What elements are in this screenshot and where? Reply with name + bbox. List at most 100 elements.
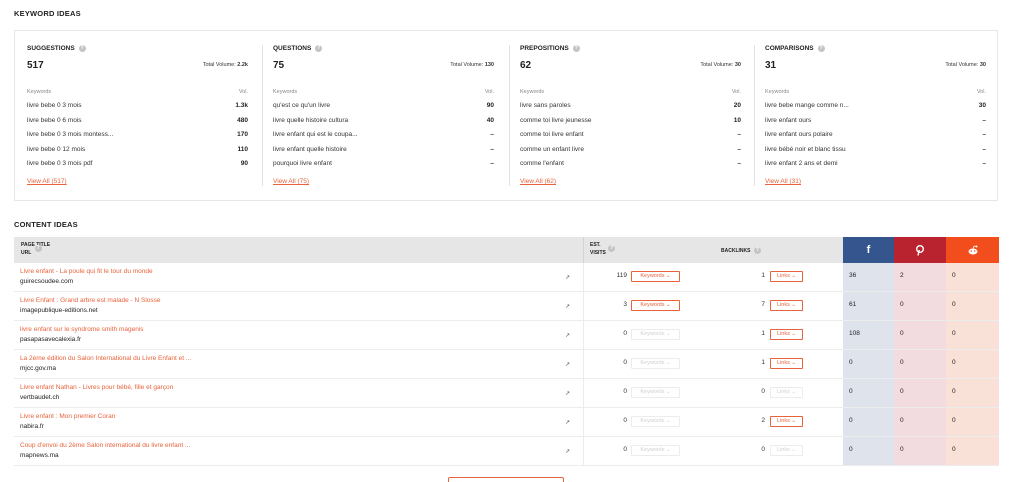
info-icon[interactable]: ? xyxy=(753,247,761,254)
keyword-text: livre bebe 0 3 mois xyxy=(27,102,82,109)
keyword-text: livre enfant quelle histoire xyxy=(273,145,347,153)
facebook-shares: 0 xyxy=(843,379,894,407)
keyword-row[interactable]: livre enfant ours polaire – xyxy=(765,131,986,141)
keywords-subheader: Keywords Vol. xyxy=(27,89,248,95)
page-title-link[interactable]: La 2ème édition du Salon International d… xyxy=(20,355,191,362)
keyword-row[interactable]: comme un enfant livre – xyxy=(520,146,741,156)
external-link-icon[interactable]: ↗ xyxy=(564,449,571,456)
facebook-shares: 0 xyxy=(843,350,894,378)
view-all-link[interactable]: View All (517) xyxy=(27,178,67,185)
links-dropdown-button[interactable]: Links ⌄ xyxy=(770,416,803,427)
keyword-text: livre bebe 0 6 mois xyxy=(27,116,82,124)
links-dropdown-button[interactable]: Links ⌄ xyxy=(770,329,803,340)
total-volume: Total Volume: 2.2k xyxy=(202,62,248,68)
reddit-shares: 0 xyxy=(946,263,999,291)
keywords-dropdown-button[interactable]: Keywords ⌄ xyxy=(631,300,680,311)
keyword-column-questions: QUESTIONS? 75 Total Volume: 130 Keywords Vol… xyxy=(262,31,494,202)
links-dropdown-button[interactable]: Links ⌄ xyxy=(770,358,803,369)
info-icon[interactable]: ? xyxy=(78,45,86,52)
keyword-row[interactable]: livre bebe 0 6 mois 480 xyxy=(27,117,248,127)
facebook-column-header[interactable]: f xyxy=(843,237,894,263)
external-link-icon[interactable]: ↗ xyxy=(564,304,571,311)
keyword-row[interactable]: livre enfant qui est le coupa... – xyxy=(273,131,494,141)
keyword-text: comme l'enfant xyxy=(520,160,564,168)
total-volume: Total Volume: 130 xyxy=(450,62,494,68)
external-link-icon[interactable]: ↗ xyxy=(564,275,571,282)
keyword-volume: – xyxy=(982,116,986,124)
keyword-row[interactable]: comme toi livre enfant – xyxy=(520,131,741,141)
info-icon[interactable]: ? xyxy=(817,45,825,52)
keyword-volume: – xyxy=(982,131,986,139)
info-icon[interactable]: ? xyxy=(572,45,580,52)
keyword-text: livre enfant qui est le coupa... xyxy=(273,131,358,139)
keyword-text: livre enfant ours polaire xyxy=(765,131,833,139)
keyword-row[interactable]: livre bebe 0 3 mois 1.3k xyxy=(27,102,248,112)
links-dropdown-button[interactable]: Links ⌄ xyxy=(770,445,803,456)
keyword-volume: 30 xyxy=(978,102,986,109)
external-link-icon[interactable]: ↗ xyxy=(564,333,571,340)
page-title-link[interactable]: Livre enfant : Mon premier Coran xyxy=(20,413,115,420)
view-all-link[interactable]: View All (31) xyxy=(765,178,801,185)
pinterest-shares: 2 xyxy=(894,263,946,291)
reddit-column-header[interactable] xyxy=(946,237,999,263)
keyword-row[interactable]: livre bebe 0 12 mois 110 xyxy=(27,146,248,156)
facebook-shares: 0 xyxy=(843,437,894,465)
links-dropdown-button[interactable]: Links ⌄ xyxy=(770,387,803,398)
keywords-dropdown-button[interactable]: Keywords ⌄ xyxy=(631,387,680,398)
keywords-dropdown-button[interactable]: Keywords ⌄ xyxy=(631,416,680,427)
est-visits-value: 119 xyxy=(616,272,627,279)
load-more-button[interactable] xyxy=(448,477,564,482)
keyword-row[interactable]: livre bébé noir et blanc tissu – xyxy=(765,146,986,156)
page-title-link[interactable]: livre enfant sur le syndrome smith magen… xyxy=(20,326,144,333)
keywords-dropdown-button[interactable]: Keywords ⌄ xyxy=(631,358,680,369)
table-row: livre enfant sur le syndrome smith magen… xyxy=(14,321,999,350)
external-link-icon[interactable]: ↗ xyxy=(564,362,571,369)
keyword-row[interactable]: livre bebe mange comme n... 30 xyxy=(765,102,986,112)
keyword-row[interactable]: comme toi livre jeunesse 10 xyxy=(520,117,741,127)
est-visits-value: 3 xyxy=(623,301,627,308)
info-icon[interactable]: ? xyxy=(34,244,42,252)
pinterest-icon xyxy=(916,244,924,256)
pinterest-column-header[interactable] xyxy=(894,237,946,263)
header-backlinks: BACKLINKS ? xyxy=(721,247,761,254)
keyword-row[interactable]: pourquoi livre enfant – xyxy=(273,160,494,170)
view-all-link[interactable]: View All (75) xyxy=(273,178,309,185)
links-dropdown-button[interactable]: Links ⌄ xyxy=(770,300,803,311)
links-dropdown-button[interactable]: Links ⌄ xyxy=(770,271,803,282)
keyword-text: livre sans paroles xyxy=(520,102,571,109)
external-link-icon[interactable]: ↗ xyxy=(564,420,571,427)
reddit-shares: 0 xyxy=(946,437,999,465)
keyword-row[interactable]: livre sans paroles 20 xyxy=(520,102,741,112)
keyword-row[interactable]: livre enfant quelle histoire – xyxy=(273,146,494,156)
table-header: PAGE TITLE URL ? EST. VISITS ? BACKLINKS… xyxy=(14,237,999,263)
keyword-row[interactable]: livre bebe 0 3 mois montess... 170 xyxy=(27,131,248,141)
keywords-subheader: Keywords Vol. xyxy=(765,89,986,95)
keywords-dropdown-button[interactable]: Keywords ⌄ xyxy=(631,329,680,340)
view-all-link[interactable]: View All (62) xyxy=(520,178,556,185)
info-icon[interactable]: ? xyxy=(608,244,616,252)
table-row: La 2ème édition du Salon International d… xyxy=(14,350,999,379)
column-divider xyxy=(509,45,510,186)
page-title-link[interactable]: Livre enfant Nathan - Livres pour bébé, … xyxy=(20,384,173,391)
page-title-link[interactable]: Livre enfant - La poule qui fit le tour … xyxy=(20,268,153,275)
keywords-dropdown-button[interactable]: Keywords ⌄ xyxy=(631,445,680,456)
reddit-shares: 0 xyxy=(946,350,999,378)
keyword-row[interactable]: livre enfant ours – xyxy=(765,117,986,127)
keywords-subheader: Keywords Vol. xyxy=(520,89,741,95)
keyword-row[interactable]: livre enfant 2 ans et demi – xyxy=(765,160,986,170)
keyword-row[interactable]: comme l'enfant – xyxy=(520,160,741,170)
keyword-column-suggestions: SUGGESTIONS? 517 Total Volume: 2.2k Keyword… xyxy=(27,31,248,202)
column-heading: COMPARISONS? xyxy=(765,45,825,52)
keywords-dropdown-button[interactable]: Keywords ⌄ xyxy=(631,271,680,282)
keyword-row[interactable]: qu'est ce qu'un livre 90 xyxy=(273,102,494,112)
page-title-link[interactable]: Livre Enfant : Grand arbre est malade - … xyxy=(20,297,161,304)
reddit-shares: 0 xyxy=(946,408,999,436)
external-link-icon[interactable]: ↗ xyxy=(564,391,571,398)
pinterest-shares: 0 xyxy=(894,379,946,407)
keyword-row[interactable]: livre quelle histoire cultura 40 xyxy=(273,117,494,127)
column-heading: SUGGESTIONS? xyxy=(27,45,86,52)
keyword-volume: – xyxy=(737,145,741,153)
keyword-row[interactable]: livre bebe 0 3 mois pdf 90 xyxy=(27,160,248,170)
page-title-link[interactable]: Coup d'envoi du 2ème Salon international… xyxy=(20,442,190,449)
info-icon[interactable]: ? xyxy=(315,45,323,52)
